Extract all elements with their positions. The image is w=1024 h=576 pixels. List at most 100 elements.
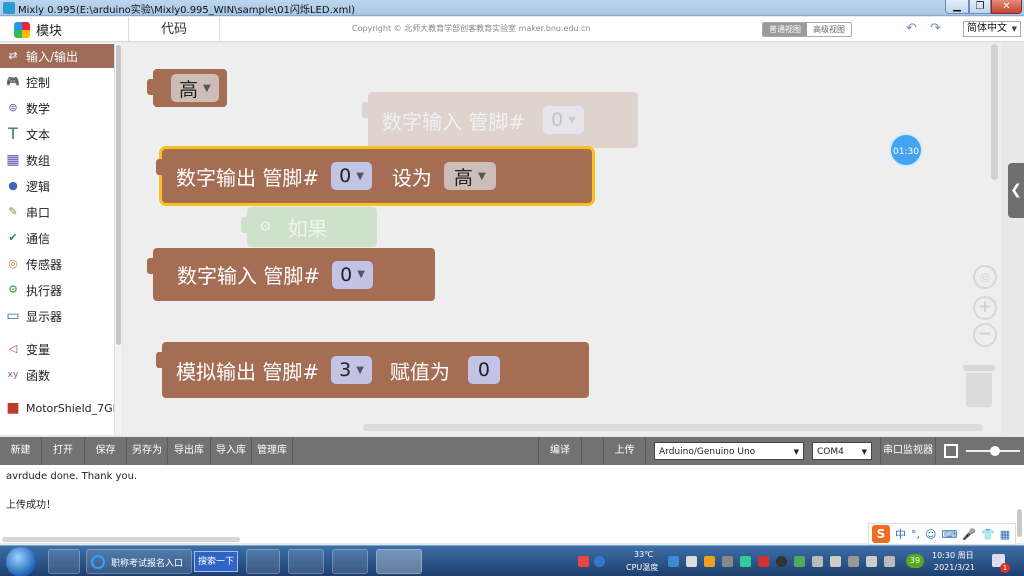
timer-badge[interactable]: 01:30: [889, 133, 923, 167]
sidebar-item-io[interactable]: ⇄ 输入/输出: [0, 44, 114, 68]
taskbar-app-browser[interactable]: [48, 549, 80, 574]
slider-knob[interactable]: [990, 446, 1000, 456]
ime-mode-toggle[interactable]: 中: [895, 526, 906, 542]
bluetooth-icon[interactable]: [830, 556, 841, 567]
keyboard-icon[interactable]: ⌨: [941, 528, 957, 541]
sidebar-item-motorshield[interactable]: ■ MotorShield_7GF: [0, 396, 114, 420]
fit-screen-icon[interactable]: [944, 444, 958, 458]
manage-lib-button[interactable]: 管理库: [252, 437, 293, 465]
sidebar-item-actuator[interactable]: ⚙ 执行器: [0, 278, 114, 302]
clock-date[interactable]: 2021/3/21: [934, 563, 975, 572]
tray-icon[interactable]: [758, 556, 769, 567]
toolbox-icon[interactable]: ▦: [1000, 528, 1010, 541]
workspace-horizontal-scrollbar[interactable]: [363, 424, 983, 431]
tray-icon[interactable]: [668, 556, 679, 567]
sidebar-item-display[interactable]: ▭ 显示器: [0, 304, 114, 328]
sidebar-item-sensor[interactable]: ◎ 传感器: [0, 252, 114, 276]
qq-icon[interactable]: [776, 556, 787, 567]
recenter-icon[interactable]: ◎: [973, 265, 997, 289]
save-button[interactable]: 保存: [85, 437, 127, 465]
sidebar-item-comm[interactable]: ✔ 通信: [0, 226, 114, 250]
zoom-in-button[interactable]: +: [973, 296, 997, 320]
sidebar-item-control[interactable]: 🎮 控制: [0, 70, 114, 94]
font-size-slider[interactable]: [966, 446, 1020, 456]
digital-output-block[interactable]: 数字输出 管脚# 0 ▼ 设为 高 ▼: [156, 149, 592, 203]
sidebar-scrollbar[interactable]: [114, 43, 122, 435]
help-tray-icon[interactable]: [594, 556, 605, 567]
import-lib-button[interactable]: 导入库: [211, 437, 252, 465]
undo-icon[interactable]: ↶: [906, 22, 917, 36]
battery-icon[interactable]: [884, 556, 895, 567]
tray-icon[interactable]: [740, 556, 751, 567]
start-button[interactable]: [6, 547, 36, 576]
export-lib-button[interactable]: 导出库: [168, 437, 211, 465]
sidebar-item-label: 数学: [26, 101, 51, 116]
sidebar-item-label: 输入/输出: [26, 49, 79, 64]
new-button[interactable]: 新建: [0, 437, 42, 465]
high-value-block[interactable]: 高 ▼: [147, 69, 227, 107]
board-select[interactable]: Arduino/Genuino Uno ▼: [654, 442, 804, 460]
sidebar-item-array[interactable]: ▦ 数组: [0, 148, 114, 172]
analog-output-block[interactable]: 模拟输出 管脚# 3 ▼ 赋值为 0: [156, 342, 589, 398]
analog-output-pin-dropdown[interactable]: 3 ▼: [331, 356, 372, 384]
digital-input-pin-dropdown[interactable]: 0 ▼: [332, 260, 373, 289]
sidebar-item-math[interactable]: ⊜ 数学: [0, 96, 114, 120]
tray-icon[interactable]: [704, 556, 715, 567]
high-value-socket[interactable]: 高 ▼: [171, 74, 219, 102]
workspace-vertical-scrollbar[interactable]: [991, 44, 998, 180]
compile-button[interactable]: 编译: [538, 437, 582, 465]
search-button[interactable]: 搜索一下: [194, 551, 238, 572]
zoom-out-button[interactable]: −: [973, 323, 997, 347]
volume-icon[interactable]: [866, 556, 877, 567]
advanced-view-button[interactable]: 高级视图: [807, 23, 851, 36]
sidebar-item-function[interactable]: xy 函数: [0, 363, 114, 387]
sidebar-item-text[interactable]: T 文本: [0, 122, 114, 146]
tray-icon[interactable]: [722, 556, 733, 567]
maximize-button[interactable]: ❐: [969, 0, 991, 14]
ime-punctuation-toggle[interactable]: °,: [911, 528, 920, 541]
sidebar-scroll-thumb[interactable]: [116, 45, 121, 345]
close-button[interactable]: ✕: [991, 0, 1022, 14]
tab-code[interactable]: 代码: [128, 17, 220, 42]
sogou-tray-icon[interactable]: [578, 556, 589, 567]
digital-output-value-dropdown[interactable]: 高 ▼: [443, 162, 496, 190]
tray-icon[interactable]: [812, 556, 823, 567]
sidebar-item-serial[interactable]: ✎ 串口: [0, 200, 114, 224]
taskbar-app-ie[interactable]: [246, 549, 280, 574]
taskbar-app-explorer[interactable]: [288, 549, 324, 574]
trash-icon[interactable]: [963, 365, 995, 407]
sidebar-item-logic[interactable]: ● 逻辑: [0, 174, 114, 198]
port-select[interactable]: COM4 ▼: [812, 442, 872, 460]
console-horizontal-scrollbar[interactable]: [2, 537, 240, 542]
emoji-icon[interactable]: ☺: [925, 528, 936, 541]
console-vertical-scrollbar[interactable]: [1017, 509, 1022, 537]
save-as-button[interactable]: 另存为: [127, 437, 168, 465]
redo-icon[interactable]: ↷: [930, 22, 941, 36]
taskbar-app-mixly[interactable]: [376, 549, 422, 574]
open-button[interactable]: 打开: [42, 437, 85, 465]
serial-monitor-button[interactable]: 串口监视器: [880, 437, 936, 465]
digital-output-pin-dropdown[interactable]: 0 ▼: [331, 162, 372, 190]
tray-icon[interactable]: [794, 556, 805, 567]
digital-input-block[interactable]: 数字输入 管脚# 0 ▼: [147, 248, 435, 301]
taskbar-item-ie[interactable]: 职称考试报名入口: [86, 549, 192, 574]
language-select[interactable]: 简体中文 ▼: [963, 21, 1021, 37]
upload-button[interactable]: 上传: [604, 437, 646, 465]
taskbar-app-word[interactable]: [332, 549, 368, 574]
clock-time[interactable]: 10:30 周日: [932, 550, 974, 561]
skin-icon[interactable]: 👕: [981, 528, 995, 541]
sidebar-item-variable[interactable]: ◁ 变量: [0, 337, 114, 361]
minimize-button[interactable]: ▁: [945, 0, 969, 14]
sidebar-item-label: 串口: [26, 205, 51, 220]
tray-icon[interactable]: [686, 556, 697, 567]
sogou-logo-icon[interactable]: S: [872, 525, 890, 543]
collapse-panel-button[interactable]: ❮: [1008, 163, 1024, 218]
analog-output-value-input[interactable]: 0: [467, 356, 501, 384]
tab-blocks[interactable]: 模块: [0, 17, 122, 42]
monitor-icon: ▭: [6, 308, 20, 324]
normal-view-button[interactable]: 普通视图: [763, 23, 807, 36]
blocks-workspace[interactable]: 高 ▼ 数字输入 管脚# 0 ▼ ⚙ 如果 数字输出 管脚# 0 ▼ 设为 高 …: [123, 43, 1001, 435]
microphone-icon[interactable]: 🎤: [962, 528, 976, 541]
security-badge[interactable]: 39: [906, 554, 924, 568]
network-icon[interactable]: [848, 556, 859, 567]
